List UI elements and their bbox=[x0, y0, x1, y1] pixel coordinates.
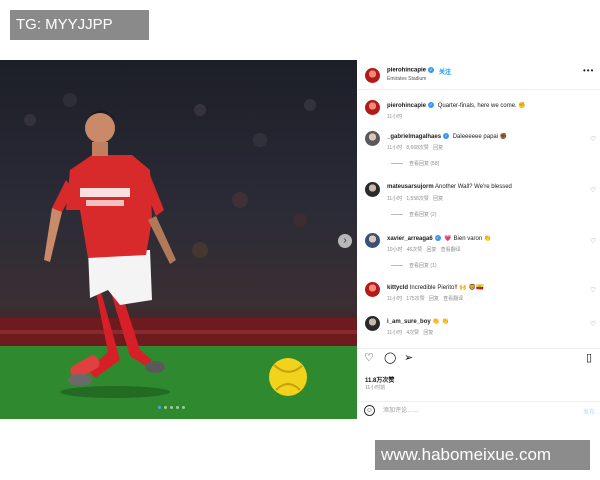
comment-avatar[interactable] bbox=[365, 282, 380, 297]
carousel-dot[interactable] bbox=[158, 406, 161, 409]
comment-like-icon[interactable]: ♡ bbox=[590, 320, 596, 328]
comment-body: xavier_arreaga6 ✓ 💗 Bien varon 👏 bbox=[387, 235, 491, 242]
comment-time: 10小时 bbox=[387, 247, 403, 253]
comment-like-icon[interactable]: ♡ bbox=[590, 186, 596, 194]
comment-username[interactable]: kittycld bbox=[387, 285, 408, 291]
post-header: pierohincapie ✓ 关注 Emirates Stadium ••• bbox=[357, 60, 600, 90]
comment-time: 11小时 bbox=[387, 296, 403, 302]
share-send-icon[interactable]: ➢ bbox=[404, 351, 413, 365]
comment-username[interactable]: i_am_sure_boy bbox=[387, 319, 431, 325]
comment-bubble-icon[interactable]: ◯ bbox=[384, 351, 396, 365]
action-bar: ♡ ◯ ➢ ▯ bbox=[357, 348, 600, 364]
comment-likes[interactable]: 4次赞 bbox=[406, 330, 419, 336]
post-photo[interactable]: › bbox=[0, 60, 357, 419]
player-illustration bbox=[0, 93, 357, 419]
comment-body: _gabrielmagalhaes ✓ Daleeeeee papai ✊🏾 bbox=[387, 133, 507, 140]
verified-badge-icon: ✓ bbox=[434, 235, 441, 242]
view-replies-link[interactable]: 查看回复 (1) bbox=[391, 262, 437, 269]
next-slide-button[interactable]: › bbox=[338, 234, 352, 248]
comment-meta: 11小时 4次赞 回复 bbox=[387, 329, 436, 336]
comment-likes[interactable]: 175次赞 bbox=[406, 296, 424, 302]
comment-body: mateusarsujorm Another Wall? We're bless… bbox=[387, 184, 512, 190]
comment-text: Daleeeeee papai ✊🏾 bbox=[452, 134, 508, 140]
screenshot-canvas: TG: MYYJJPP › pierohincapie ✓ 关注 Emirate… bbox=[0, 0, 600, 480]
reply-button[interactable]: 回复 bbox=[429, 296, 439, 302]
caption-time: 11小时 bbox=[387, 114, 403, 120]
watermark-site: www.habomeixue.com bbox=[375, 440, 590, 470]
emoji-icon[interactable]: ☺ bbox=[364, 405, 375, 416]
comment-input[interactable] bbox=[383, 406, 563, 416]
comment-avatar[interactable] bbox=[365, 233, 380, 248]
comment-like-icon[interactable]: ♡ bbox=[590, 286, 596, 294]
author-avatar[interactable] bbox=[365, 68, 380, 83]
caption: pierohincapie ✓ Quarter-finals, here we c… bbox=[387, 102, 526, 109]
comment-username[interactable]: xavier_arreaga6 bbox=[387, 236, 433, 242]
more-dots-icon[interactable]: ••• bbox=[583, 66, 594, 75]
verified-badge-icon: ✓ bbox=[428, 102, 435, 109]
comment-body: i_am_sure_boy 👏 👏 bbox=[387, 318, 449, 325]
comment-body: kittycld Incredible Pierito!! 🙌 🦁🇪🇨 bbox=[387, 284, 483, 291]
comment-meta: 11小时 175次赞 回复 查看翻译 bbox=[387, 295, 463, 302]
bookmark-icon[interactable]: ▯ bbox=[586, 351, 592, 365]
comment-likes[interactable]: 1,558次赞 bbox=[406, 196, 429, 202]
carousel-dots bbox=[158, 406, 185, 409]
carousel-dot[interactable] bbox=[170, 406, 173, 409]
comment-username[interactable]: mateusarsujorm bbox=[387, 184, 434, 190]
post-comment-button[interactable]: 发布 bbox=[583, 407, 595, 416]
comment-time: 11小时 bbox=[387, 330, 403, 336]
caption-avatar[interactable] bbox=[365, 100, 380, 115]
comment-avatar[interactable] bbox=[365, 316, 380, 331]
author-username[interactable]: pierohincapie ✓ bbox=[387, 67, 436, 74]
carousel-dot[interactable] bbox=[176, 406, 179, 409]
verified-badge-icon: ✓ bbox=[443, 133, 450, 140]
likes-count[interactable]: 11.8万次赞 bbox=[365, 375, 394, 384]
reply-button[interactable]: 回复 bbox=[426, 247, 436, 253]
post-sidebar: pierohincapie ✓ 关注 Emirates Stadium ••• p… bbox=[357, 60, 600, 420]
watermark-tag: TG: MYYJJPP bbox=[10, 10, 149, 40]
comment-meta: 11小时 8,668次赞 回复 bbox=[387, 144, 446, 151]
see-translation-link[interactable]: 查看翻译 bbox=[443, 296, 463, 302]
comment-meta: 10小时 46次赞 回复 查看翻译 bbox=[387, 246, 461, 253]
caption-username[interactable]: pierohincapie bbox=[387, 103, 426, 109]
comment-like-icon[interactable]: ♡ bbox=[590, 237, 596, 245]
post-date: 11小时前 bbox=[365, 385, 386, 391]
comment-username[interactable]: _gabrielmagalhaes bbox=[387, 134, 441, 140]
comment-avatar[interactable] bbox=[365, 131, 380, 146]
comment-avatar[interactable] bbox=[365, 182, 380, 197]
carousel-dot[interactable] bbox=[164, 406, 167, 409]
like-heart-icon[interactable]: ♡ bbox=[364, 351, 374, 365]
comment-likes[interactable]: 46次赞 bbox=[407, 247, 423, 253]
see-translation-link[interactable]: 查看翻译 bbox=[441, 247, 461, 253]
caption-text: Quarter-finals, here we come. ✊ bbox=[437, 103, 526, 109]
carousel-dot[interactable] bbox=[182, 406, 185, 409]
comment-time: 11小时 bbox=[387, 196, 403, 202]
comment-text: 💗 Bien varon 👏 bbox=[444, 236, 492, 242]
comment-like-icon[interactable]: ♡ bbox=[590, 135, 596, 143]
view-replies-link[interactable]: 查看回复 (2) bbox=[391, 211, 437, 218]
comment-text: Incredible Pierito!! 🙌 🦁🇪🇨 bbox=[409, 285, 484, 291]
reply-button[interactable]: 回复 bbox=[433, 196, 443, 202]
add-comment-bar: ☺ 发布 bbox=[357, 401, 600, 420]
verified-badge-icon: ✓ bbox=[428, 67, 435, 73]
reply-button[interactable]: 回复 bbox=[433, 145, 443, 151]
post-location[interactable]: Emirates Stadium bbox=[387, 76, 426, 82]
comment-time: 11小时 bbox=[387, 145, 403, 151]
comment-likes[interactable]: 8,668次赞 bbox=[406, 145, 429, 151]
reply-button[interactable]: 回复 bbox=[423, 330, 433, 336]
comment-text: Another Wall? We're blessed bbox=[435, 184, 512, 190]
comment-text: 👏 👏 bbox=[432, 319, 449, 325]
comment-meta: 11小时 1,558次赞 回复 bbox=[387, 195, 446, 202]
follow-button[interactable]: 关注 bbox=[439, 67, 451, 76]
view-replies-link[interactable]: 查看回复 (58) bbox=[391, 160, 439, 167]
